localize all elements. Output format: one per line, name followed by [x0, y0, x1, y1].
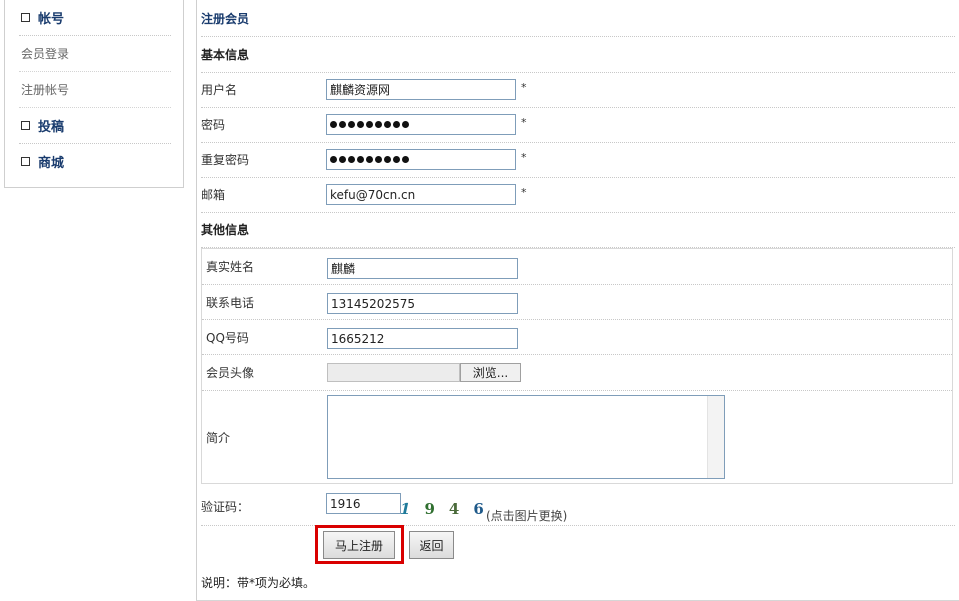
browse-button[interactable]: 浏览... — [460, 363, 521, 382]
required-mark: * — [521, 81, 527, 94]
square-bullet-icon — [21, 13, 30, 22]
avatar-label: 会员头像 — [206, 366, 255, 380]
password-label: 密码 — [201, 118, 226, 132]
back-button[interactable]: 返回 — [409, 531, 454, 559]
captcha-char: 6 — [473, 500, 484, 518]
qq-label: QQ号码 — [206, 330, 249, 345]
required-mark: * — [521, 116, 527, 129]
captcha-refresh-hint[interactable]: (点击图片更换) — [486, 507, 567, 524]
realname-row: 真实姓名 — [202, 249, 952, 285]
realname-input[interactable] — [327, 258, 518, 279]
other-info-title: 其他信息 — [201, 212, 955, 248]
password-confirm-label: 重复密码 — [201, 153, 250, 167]
sidebar-section-label: 商城 — [38, 156, 65, 171]
username-row: 用户名 * — [201, 72, 955, 108]
qq-input[interactable] — [327, 328, 518, 349]
sidebar-section-shop[interactable]: 商城 — [19, 144, 171, 179]
phone-input[interactable] — [327, 293, 518, 314]
sidebar-section-label: 投稿 — [38, 120, 65, 135]
realname-label: 真实姓名 — [206, 260, 255, 274]
captcha-row: 验证码： — [201, 488, 955, 526]
square-bullet-icon — [21, 157, 30, 166]
sidebar-item-login[interactable]: 会员登录 — [19, 36, 171, 72]
email-row: 邮箱 * — [201, 177, 955, 213]
textarea-scrollbar[interactable] — [707, 396, 724, 478]
captcha-char: 9 — [424, 500, 435, 518]
qq-row: QQ号码 — [202, 320, 952, 355]
email-input[interactable] — [326, 184, 516, 205]
password-confirm-row: 重复密码 * — [201, 142, 955, 178]
captcha-char: 1 — [398, 500, 413, 518]
password-row: 密码 * — [201, 107, 955, 143]
phone-row: 联系电话 — [202, 285, 952, 320]
sidebar-item-register[interactable]: 注册帐号 — [19, 72, 171, 108]
sidebar: 帐号 会员登录 注册帐号 投稿 商城 — [4, 0, 184, 188]
username-input[interactable] — [326, 79, 516, 100]
phone-label: 联系电话 — [206, 295, 255, 310]
captcha-input[interactable] — [326, 493, 401, 514]
other-info-table: 真实姓名 联系电话 QQ号码 会员头像 浏览... 简介 — [201, 248, 953, 484]
intro-textarea[interactable] — [327, 395, 725, 479]
required-note: 说明：带*项为必填。 — [201, 576, 316, 590]
required-mark: * — [521, 151, 527, 164]
sidebar-section-label: 帐号 — [38, 12, 65, 27]
captcha-label: 验证码： — [201, 500, 250, 514]
password-confirm-input[interactable] — [326, 149, 516, 170]
submit-button[interactable]: 马上注册 — [323, 531, 395, 559]
page-title: 注册会员 — [201, 0, 955, 37]
email-label: 邮箱 — [201, 188, 226, 202]
register-panel: 注册会员 基本信息 用户名 * 密码 * 重复密码 * 邮箱 * 其他 — [196, 0, 959, 601]
captcha-char: 4 — [448, 500, 460, 518]
intro-label: 简介 — [206, 430, 231, 445]
sidebar-section-account[interactable]: 帐号 — [19, 0, 171, 36]
basic-info-title: 基本信息 — [201, 37, 955, 73]
captcha-image[interactable]: 1 9 4 6 — [398, 498, 484, 520]
sidebar-section-contribute[interactable]: 投稿 — [19, 108, 171, 144]
square-bullet-icon — [21, 121, 30, 130]
file-path-box[interactable] — [327, 363, 460, 382]
password-input[interactable] — [326, 114, 516, 135]
required-mark: * — [521, 186, 527, 199]
intro-row: 简介 — [202, 391, 952, 483]
username-label: 用户名 — [201, 83, 238, 97]
avatar-row: 会员头像 浏览... — [202, 355, 952, 391]
avatar-file-input[interactable]: 浏览... — [327, 363, 521, 382]
